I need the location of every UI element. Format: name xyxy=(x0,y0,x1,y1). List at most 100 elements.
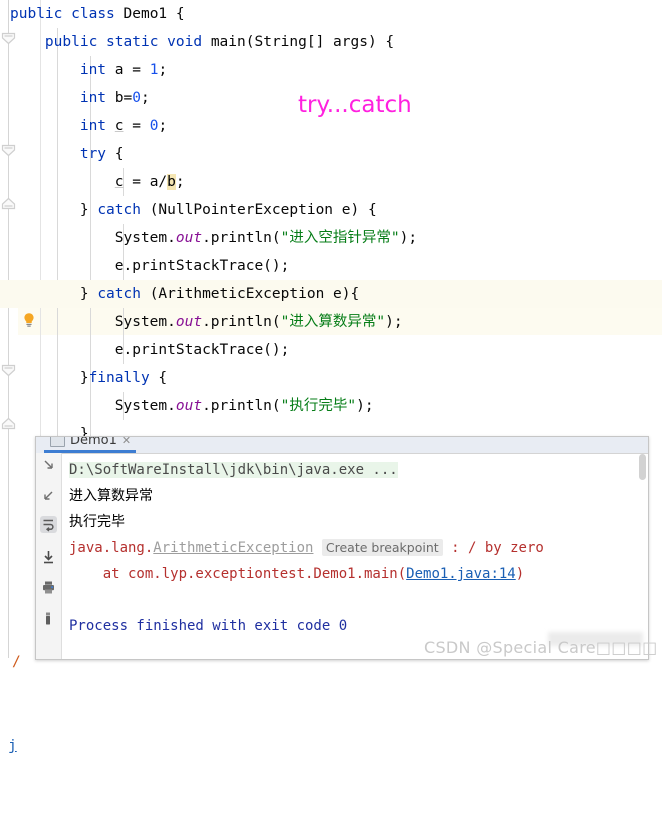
code-token: ); xyxy=(399,230,418,246)
code-line[interactable]: } catch (NullPointerException e) { xyxy=(0,196,662,224)
rerun-down-arrow-icon[interactable] xyxy=(40,487,57,504)
code-token: int xyxy=(79,90,107,106)
code-token: ; xyxy=(158,118,168,134)
code-token: (String[] args) { xyxy=(245,34,395,50)
console-stdout: 执行完毕 xyxy=(69,514,125,530)
code-token: (ArithmeticException e){ xyxy=(140,286,360,302)
code-token: void xyxy=(167,34,203,50)
code-token: { xyxy=(149,370,168,386)
console-tab-bar[interactable]: Demo1 ✕ xyxy=(36,437,648,454)
scroll-to-end-icon[interactable] xyxy=(40,549,57,566)
code-token: out xyxy=(175,398,203,414)
scrollbar-thumb[interactable] xyxy=(639,454,646,480)
code-token: try xyxy=(79,146,107,162)
console-scrollbar[interactable] xyxy=(638,454,647,659)
code-text[interactable]: public class Demo1 { public static void … xyxy=(0,0,662,448)
close-icon[interactable]: ✕ xyxy=(122,437,131,447)
stacktrace-frame: at com.lyp.exceptiontest.Demo1.main( xyxy=(69,566,407,582)
code-token: System. xyxy=(114,314,176,330)
code-token: "进入算数异常" xyxy=(280,314,386,330)
console-stdout: 进入算数异常 xyxy=(69,488,153,504)
code-token: int xyxy=(79,118,107,134)
code-line[interactable]: System.out.println("执行完毕"); xyxy=(0,392,662,420)
code-token: c xyxy=(114,118,124,134)
code-token: } xyxy=(79,202,98,218)
code-token: main xyxy=(210,34,246,50)
console-output[interactable]: D:\SoftWareInstall\jdk\bin\java.exe ... 进… xyxy=(62,454,640,659)
code-token: b= xyxy=(106,90,133,106)
code-line[interactable]: e.printStackTrace(); xyxy=(0,336,662,364)
rerun-up-arrow-icon[interactable] xyxy=(40,457,57,474)
code-token: ; xyxy=(175,174,185,190)
code-token: out xyxy=(175,314,203,330)
code-token: "进入空指针异常" xyxy=(280,230,400,246)
code-token: (NullPointerException e) { xyxy=(140,202,377,218)
code-token: System. xyxy=(114,398,176,414)
run-console-panel[interactable]: Demo1 ✕ D:\SoftWareInstall\jdk\bin\java.… xyxy=(35,436,649,660)
exception-class-link[interactable]: ArithmeticException xyxy=(153,540,313,556)
code-token: ); xyxy=(356,398,374,414)
code-token: int xyxy=(79,62,107,78)
code-token: .println( xyxy=(202,230,281,246)
code-token: class xyxy=(71,6,115,22)
console-line: 进入算数异常 xyxy=(69,483,640,509)
clear-all-icon[interactable] xyxy=(40,610,57,627)
code-line[interactable]: c = a/b; xyxy=(0,168,662,196)
code-token: e.printStackTrace(); xyxy=(114,342,290,358)
code-token: } xyxy=(79,286,98,302)
run-configuration-icon xyxy=(50,437,65,447)
source-file-link[interactable]: Demo1.java:14 xyxy=(406,566,516,582)
exception-prefix: java.lang. xyxy=(69,540,154,556)
console-line: at com.lyp.exceptiontest.Demo1.main(Demo… xyxy=(69,561,640,587)
code-token: = a/ xyxy=(123,174,168,190)
code-token: ; xyxy=(140,90,150,106)
code-line[interactable]: } catch (ArithmeticException e){ xyxy=(0,280,662,308)
exception-message: : / by zero xyxy=(442,540,544,556)
code-token: System. xyxy=(114,230,176,246)
code-token: .println( xyxy=(202,314,281,330)
code-token: public xyxy=(10,6,63,22)
code-token: b xyxy=(167,174,176,190)
code-line[interactable]: int a = 1; xyxy=(0,56,662,84)
code-token: catch xyxy=(97,286,141,302)
create-breakpoint-chip[interactable]: Create breakpoint xyxy=(321,539,443,556)
code-token: Demo1 { xyxy=(114,6,185,22)
code-token: a = xyxy=(106,62,150,78)
code-token: e.printStackTrace(); xyxy=(114,258,290,274)
code-token: = xyxy=(123,118,150,134)
code-token: .println( xyxy=(202,398,281,414)
console-toolbar[interactable] xyxy=(36,453,62,659)
soft-wrap-icon[interactable] xyxy=(40,516,57,533)
code-line[interactable]: System.out.println("进入算数异常"); xyxy=(0,308,662,336)
code-token: static xyxy=(106,34,159,50)
code-line[interactable]: try { xyxy=(0,140,662,168)
code-token: ); xyxy=(385,314,403,330)
code-line[interactable]: }finally { xyxy=(0,364,662,392)
code-token: } xyxy=(79,370,89,386)
code-line[interactable]: System.out.println("进入空指针异常"); xyxy=(0,224,662,252)
code-token: { xyxy=(106,146,124,162)
print-icon[interactable] xyxy=(40,579,57,596)
code-line[interactable]: public class Demo1 { xyxy=(0,0,662,28)
console-command: D:\SoftWareInstall\jdk\bin\java.exe ... xyxy=(69,462,398,478)
code-line[interactable]: public static void main(String[] args) { xyxy=(0,28,662,56)
code-editor[interactable]: public class Demo1 { public static void … xyxy=(0,0,662,450)
code-line[interactable]: e.printStackTrace(); xyxy=(0,252,662,280)
